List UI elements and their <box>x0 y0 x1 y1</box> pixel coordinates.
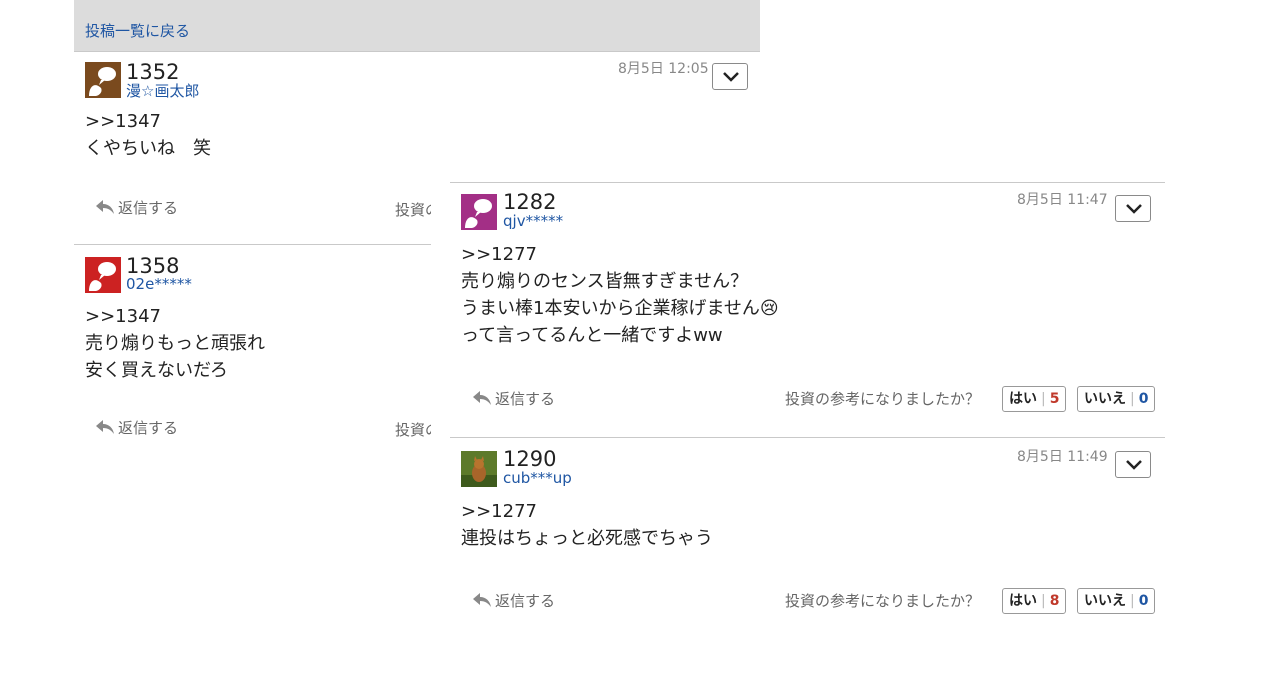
post-number[interactable]: 1352 <box>126 62 179 83</box>
post-body: >>1277 連投はちょっと必死感でちゃう <box>461 498 713 552</box>
no-vote-button[interactable]: いいえ | 0 <box>1077 588 1156 614</box>
post-date: 8月5日 12:05 <box>618 61 709 77</box>
yes-count: 5 <box>1049 391 1060 407</box>
avatar[interactable] <box>85 62 121 98</box>
avatar[interactable] <box>85 257 121 293</box>
post-menu-button[interactable] <box>712 63 748 90</box>
post-line: って言ってるんと一緒ですよww <box>461 325 723 346</box>
reply-label: 返信する <box>495 390 556 408</box>
no-count: 0 <box>1138 593 1149 609</box>
no-count: 0 <box>1138 391 1149 407</box>
username[interactable]: 漫☆画太郎 <box>126 84 199 99</box>
feedback-question: 投資の参考になりましたか？ <box>785 592 981 610</box>
post-line: 売り煽りのセンス皆無すぎません？ <box>461 271 749 292</box>
post-line: 連投はちょっと必死感でちゃう <box>461 528 713 549</box>
back-to-list-link[interactable]: 投稿一覧に戻る <box>85 20 190 41</box>
post-line: 売り煽りもっと頑張れ <box>85 333 265 354</box>
chevron-down-icon <box>723 72 739 82</box>
post-1290: 1290 cub***up 8月5日 11:49 >>1277 連投はちょっと必… <box>450 438 1165 638</box>
post-line: うまい棒1本安いから企業稼げません😢 <box>461 298 779 319</box>
reply-arrow-icon <box>96 200 114 214</box>
post-line: >>1347 <box>85 306 161 327</box>
no-label: いいえ <box>1084 391 1126 407</box>
post-1358: 1358 02e***** >>1347 売り煽りもっと頑張れ 安く買えないだろ… <box>74 245 431 445</box>
post-line: >>1347 <box>85 111 161 132</box>
username[interactable]: cub***up <box>503 471 572 486</box>
reply-button[interactable]: 返信する <box>473 390 556 408</box>
post-body: >>1347 売り煽りもっと頑張れ 安く買えないだろ <box>85 303 265 384</box>
reply-button[interactable]: 返信する <box>96 419 179 437</box>
no-vote-button[interactable]: いいえ | 0 <box>1077 386 1156 412</box>
avatar[interactable] <box>461 194 497 230</box>
yes-count: 8 <box>1049 593 1060 609</box>
reply-label: 返信する <box>495 592 556 610</box>
top-bar: 投稿一覧に戻る <box>74 0 760 52</box>
username[interactable]: 02e***** <box>126 277 192 292</box>
post-line: くやちいね 笑 <box>85 138 211 159</box>
post-line: >>1277 <box>461 244 537 265</box>
reply-button[interactable]: 返信する <box>96 199 179 217</box>
no-label: いいえ <box>1084 593 1126 609</box>
post-menu-button[interactable] <box>1115 451 1151 478</box>
username[interactable]: qjv***** <box>503 214 563 229</box>
reply-label: 返信する <box>118 199 179 217</box>
post-1282: 1282 qjv***** 8月5日 11:47 >>1277 売り煽りのセンス… <box>450 183 1165 437</box>
feedback-question: 投資の参考になりましたか？ <box>785 390 981 408</box>
post-line: >>1277 <box>461 501 537 522</box>
chevron-down-icon <box>1126 460 1142 470</box>
yes-vote-button[interactable]: はい | 8 <box>1002 588 1067 614</box>
feedback-question-clipped: 投資の <box>395 421 431 439</box>
post-body: >>1277 売り煽りのセンス皆無すぎません？ うまい棒1本安いから企業稼げませ… <box>461 241 779 349</box>
yes-label: はい <box>1009 593 1037 609</box>
avatar[interactable] <box>461 451 497 487</box>
reply-arrow-icon <box>96 420 114 434</box>
post-number[interactable]: 1282 <box>503 192 556 213</box>
chevron-down-icon <box>1126 204 1142 214</box>
feedback-question-clipped: 投資の <box>395 201 431 219</box>
reply-arrow-icon <box>473 593 491 607</box>
post-number[interactable]: 1358 <box>126 256 179 277</box>
post-date: 8月5日 11:47 <box>1017 192 1108 208</box>
post-number[interactable]: 1290 <box>503 449 556 470</box>
reply-label: 返信する <box>118 419 179 437</box>
yes-vote-button[interactable]: はい | 5 <box>1002 386 1067 412</box>
post-body: >>1347 くやちいね 笑 <box>85 108 211 162</box>
post-date: 8月5日 11:49 <box>1017 449 1108 465</box>
reply-arrow-icon <box>473 391 491 405</box>
post-line: 安く買えないだろ <box>85 360 228 381</box>
yes-label: はい <box>1009 391 1037 407</box>
post-menu-button[interactable] <box>1115 195 1151 222</box>
reply-button[interactable]: 返信する <box>473 592 556 610</box>
